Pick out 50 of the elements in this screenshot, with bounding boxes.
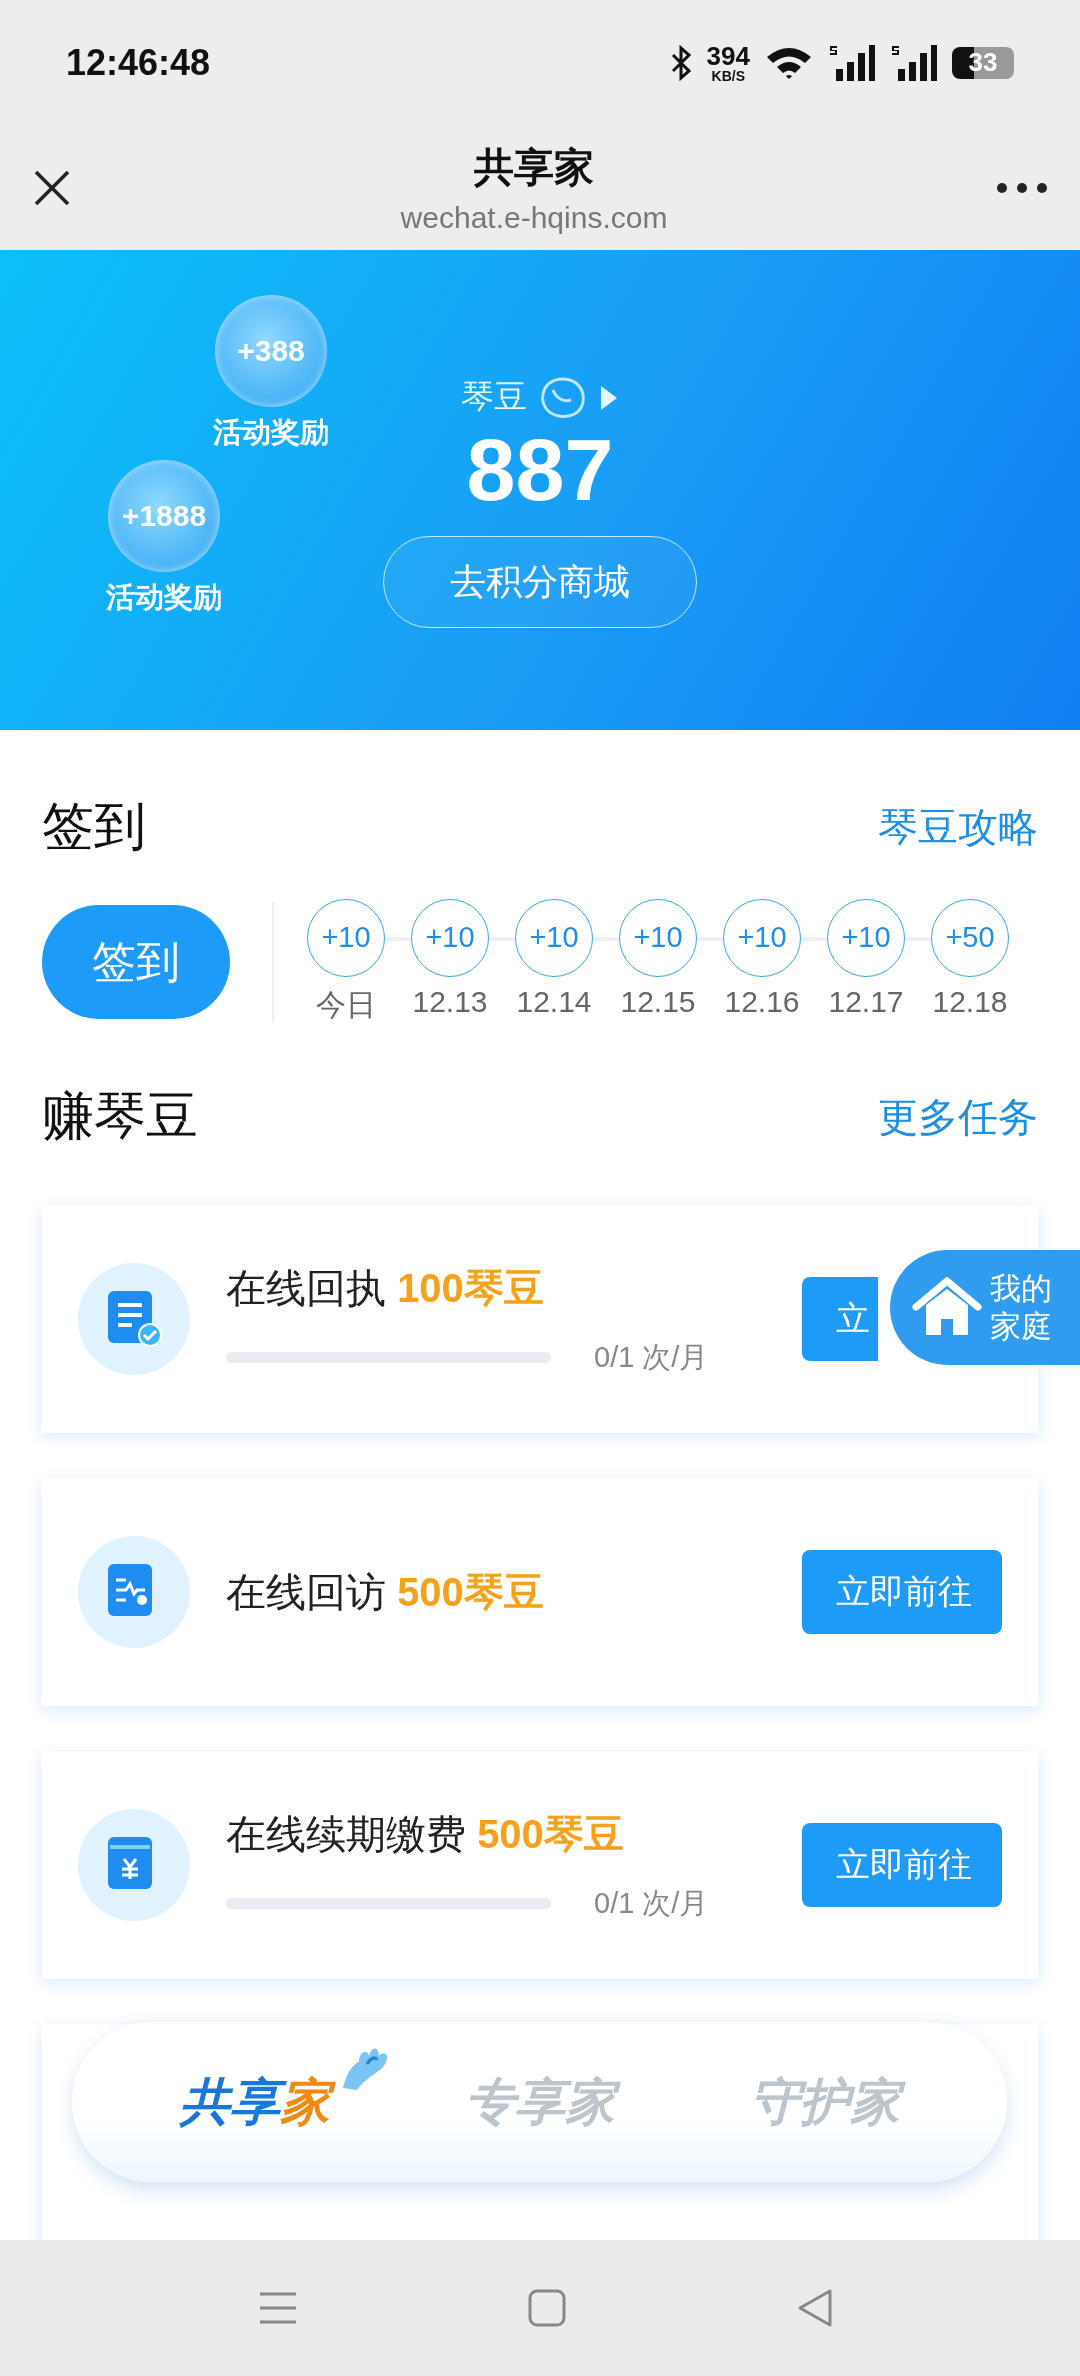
mall-button[interactable]: 去积分商城	[383, 536, 697, 629]
go-button[interactable]: 立即前往	[802, 1823, 1002, 1907]
tab[interactable]: 专享家	[450, 2065, 629, 2139]
tab[interactable]: 守护家	[735, 2065, 914, 2139]
page-url: wechat.e-hqins.com	[400, 201, 668, 235]
day-points: +10	[307, 898, 385, 977]
points-label: 琴豆	[461, 377, 527, 417]
day-date: 12.16	[724, 984, 800, 1019]
day-date: 今日	[316, 986, 376, 1023]
play-icon[interactable]	[599, 383, 619, 412]
network-speed: 394 KB/S	[706, 42, 750, 83]
signal-icon	[890, 42, 938, 83]
day-date: 12.15	[620, 984, 696, 1019]
signal-icon	[828, 42, 876, 83]
day-points: +10	[723, 898, 801, 977]
strategy-link[interactable]: 琴豆攻略	[878, 799, 1038, 855]
section-title: 签到	[42, 796, 146, 857]
task-title: 在线回访 500琴豆	[226, 1568, 545, 1616]
day-points: +10	[619, 898, 697, 977]
day-points: +10	[411, 898, 489, 977]
task-count: 0/1 次/月	[594, 1339, 709, 1375]
section-title: 赚琴豆	[42, 1086, 198, 1147]
day-date: 12.14	[516, 984, 592, 1019]
day-date: 12.17	[828, 984, 904, 1019]
status-time: 12:46:48	[66, 41, 211, 84]
day-date: 12.18	[932, 984, 1008, 1019]
tab[interactable]: 共享家	[165, 2065, 344, 2139]
task-title: 在线续期缴费 500琴豆	[226, 1810, 625, 1858]
my-family-button[interactable]: 我的家庭	[890, 1250, 1080, 1365]
page-title: 共享家	[474, 144, 594, 191]
day-points: +50	[931, 898, 1009, 977]
reward-label: 活动奖励	[106, 580, 222, 615]
reward-bubble[interactable]: +388	[215, 295, 327, 407]
day-date: 12.13	[412, 984, 488, 1019]
home-icon[interactable]	[528, 2289, 566, 2327]
day-points: +10	[515, 898, 593, 977]
more-tasks-link[interactable]: 更多任务	[878, 1089, 1038, 1145]
reward-label: 活动奖励	[213, 415, 329, 450]
task-count: 0/1 次/月	[594, 1885, 709, 1921]
back-icon[interactable]	[796, 2288, 834, 2328]
points-value: 887	[466, 424, 614, 517]
sign-in-button[interactable]: 签到	[42, 905, 230, 1019]
go-button[interactable]: 立	[802, 1277, 878, 1361]
menu-icon[interactable]	[258, 2290, 298, 2326]
go-button[interactable]: 立即前往	[802, 1550, 1002, 1634]
task-title: 在线回执 100琴豆	[226, 1264, 545, 1312]
bean-icon	[539, 375, 587, 420]
more-icon[interactable]	[996, 181, 1048, 194]
reward-bubble[interactable]: +1888	[108, 460, 220, 572]
day-points: +10	[827, 898, 905, 977]
